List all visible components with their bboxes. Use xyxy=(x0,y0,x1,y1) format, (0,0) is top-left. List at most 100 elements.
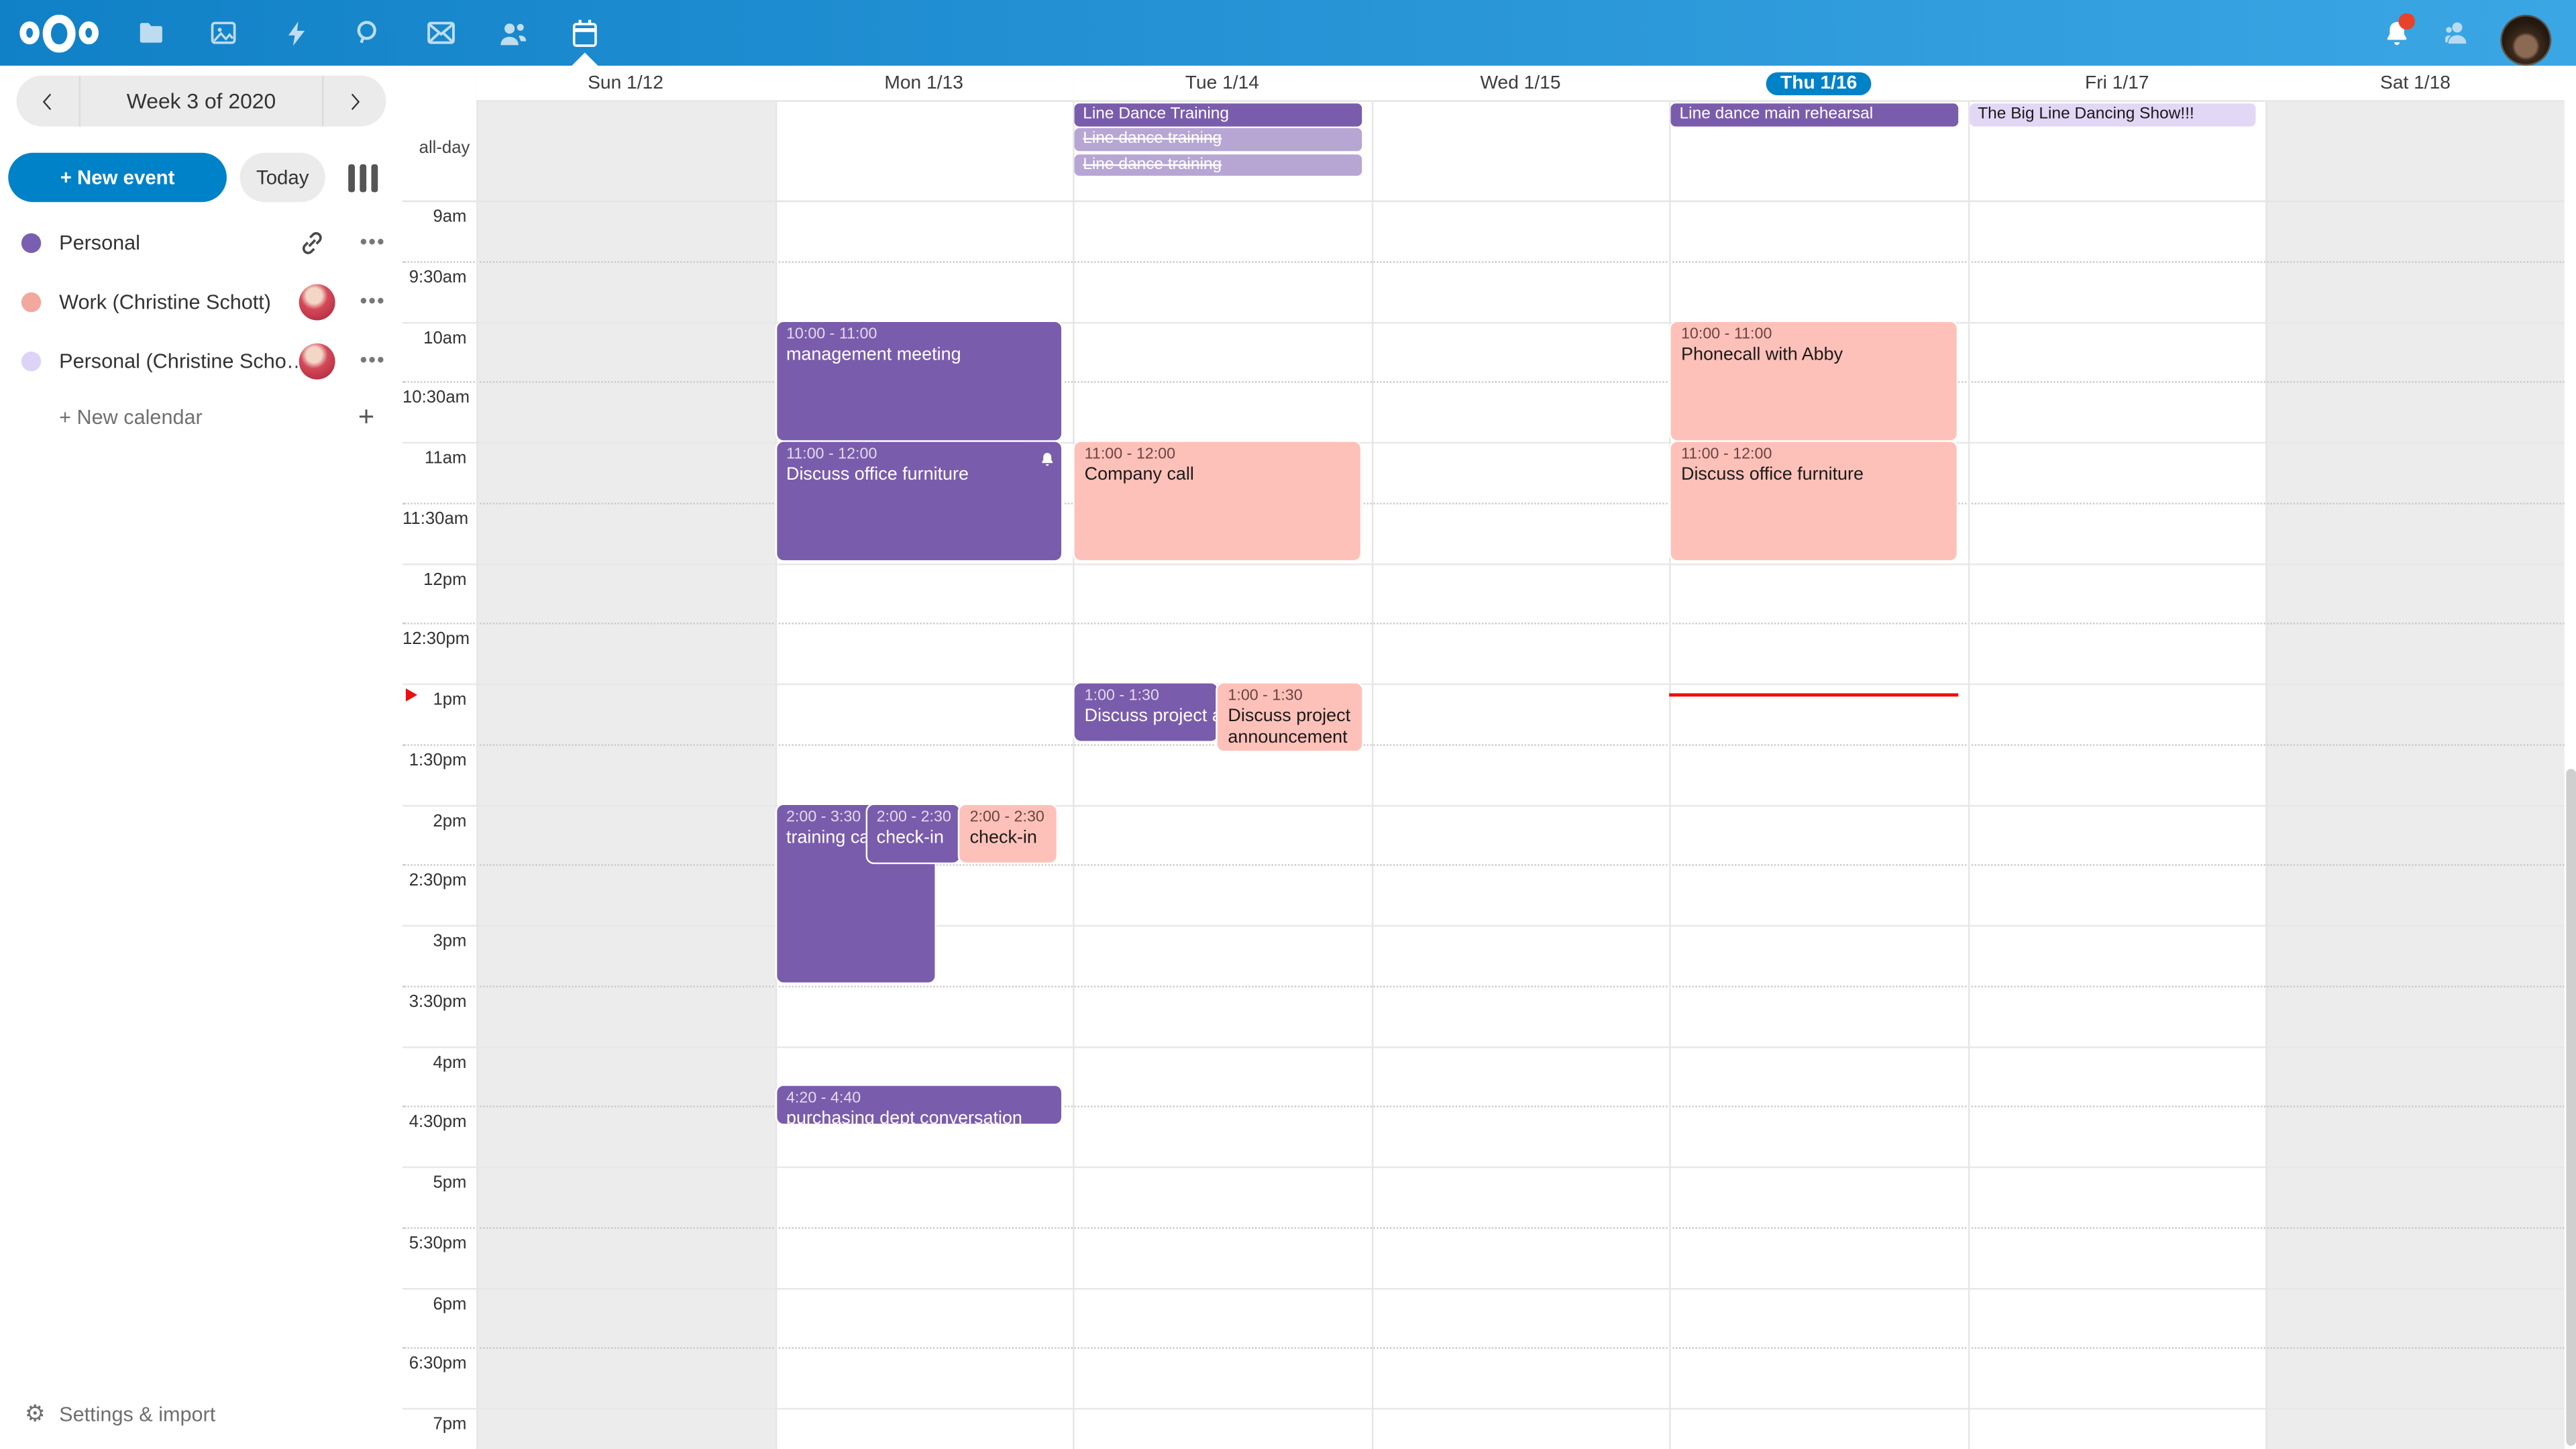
event-time: 11:00 - 12:00 xyxy=(1681,445,1947,465)
grid-hour-line xyxy=(402,1046,2565,1047)
event-title: check-in xyxy=(877,827,951,849)
event-block[interactable]: 11:00 - 12:00Discuss office furniture xyxy=(776,442,1061,560)
allday-row-border xyxy=(402,201,2565,202)
event-title: Discuss office furniture xyxy=(786,465,1052,486)
event-title: Company call xyxy=(1085,465,1350,486)
previous-week-button[interactable] xyxy=(16,76,80,127)
photos-icon[interactable] xyxy=(187,0,260,66)
nextcloud-calendar-app: Week 3 of 2020 + New event Today Persona… xyxy=(0,0,2576,1449)
contacts-icon[interactable] xyxy=(476,0,549,66)
event-time: 1:00 - 1:30 xyxy=(1085,687,1208,706)
event-block[interactable]: 2:00 - 2:30check-in xyxy=(867,804,960,862)
share-link-icon[interactable] xyxy=(297,228,327,258)
day-header[interactable]: Thu 1/16 xyxy=(1670,66,1968,102)
next-week-button[interactable] xyxy=(322,76,386,127)
day-header[interactable]: Fri 1/17 xyxy=(1968,66,2266,102)
calendar-name: Work (Christine Schott) xyxy=(59,290,297,313)
calendar-color-dot xyxy=(21,233,41,253)
time-axis-label: 6pm xyxy=(402,1294,467,1313)
calendar-list-item[interactable]: Work (Christine Schott) ••• xyxy=(0,273,402,332)
event-time: 10:00 - 11:00 xyxy=(1681,325,1947,344)
settings-import-label: Settings & import xyxy=(59,1403,215,1426)
grid-hour-line xyxy=(402,623,2565,625)
time-axis-label: 12:30pm xyxy=(402,630,467,649)
event-block[interactable]: 1:00 - 1:30Discuss project announcement xyxy=(1075,684,1218,741)
column-separator xyxy=(1968,66,1969,1449)
calendar-list-item[interactable]: Personal (Christine Scho…)••• xyxy=(0,332,402,391)
day-header[interactable]: Wed 1/15 xyxy=(1371,66,1670,102)
event-block[interactable]: 2:00 - 2:30check-in xyxy=(960,804,1056,862)
calendar-color-dot xyxy=(21,292,41,312)
allday-event[interactable]: The Big Line Dancing Show!!! xyxy=(1970,103,2257,125)
day-header[interactable]: Tue 1/14 xyxy=(1073,66,1372,102)
now-line xyxy=(1670,694,1958,697)
time-axis-label: 9am xyxy=(402,207,467,227)
plus-icon: + xyxy=(358,401,374,434)
event-block[interactable]: 11:00 - 12:00Discuss office furniture xyxy=(1671,442,1956,560)
grid-hour-line xyxy=(402,502,2565,504)
scrollbar-thumb[interactable] xyxy=(2565,769,2575,1446)
grid-hour-line xyxy=(402,804,2565,806)
contacts-menu-icon[interactable] xyxy=(2431,0,2480,66)
allday-row-label: all-day xyxy=(402,138,470,158)
new-event-button[interactable]: + New event xyxy=(8,153,227,202)
calendar-actions-menu-icon[interactable]: ••• xyxy=(355,230,391,253)
grid-hour-line xyxy=(402,1227,2565,1228)
week-label[interactable]: Week 3 of 2020 xyxy=(80,89,322,113)
column-separator xyxy=(1073,66,1075,1449)
activity-icon[interactable] xyxy=(260,0,332,66)
day-header[interactable]: Mon 1/13 xyxy=(775,66,1073,102)
column-separator xyxy=(476,66,478,1449)
event-title: management meeting xyxy=(786,344,1052,366)
time-axis-label: 2:30pm xyxy=(402,871,467,891)
mail-icon[interactable] xyxy=(404,0,476,66)
grid-hour-line xyxy=(402,985,2565,987)
view-toggle-icon[interactable] xyxy=(348,164,378,193)
allday-event[interactable]: Line dance training xyxy=(1075,154,1362,176)
calendar-actions-menu-icon[interactable]: ••• xyxy=(355,289,391,312)
event-time: 10:00 - 11:00 xyxy=(786,325,1052,344)
grid-hour-line xyxy=(402,744,2565,745)
allday-event[interactable]: Line Dance Training xyxy=(1075,103,1362,125)
column-separator xyxy=(2266,66,2267,1449)
event-time: 11:00 - 12:00 xyxy=(786,445,1052,465)
allday-event[interactable]: Line dance main rehearsal xyxy=(1671,103,1958,125)
avatar-image xyxy=(2500,14,2551,65)
scrollbar-track[interactable] xyxy=(2565,66,2576,1449)
user-avatar[interactable] xyxy=(2499,7,2551,72)
settings-import-button[interactable]: ⚙ Settings & import xyxy=(0,1397,402,1436)
today-header-pill: Thu 1/16 xyxy=(1766,72,1872,95)
notifications-bell-icon[interactable] xyxy=(2372,0,2421,66)
gear-icon: ⚙ xyxy=(25,1400,46,1428)
grid-hour-line xyxy=(402,442,2565,443)
calendar-list-item[interactable]: Personal ••• xyxy=(0,213,402,272)
day-header[interactable]: Sat 1/18 xyxy=(2266,66,2565,102)
time-axis-label: 1:30pm xyxy=(402,751,467,770)
event-title: check-in xyxy=(970,827,1046,849)
nextcloud-logo[interactable] xyxy=(19,15,99,51)
event-time: 2:00 - 2:30 xyxy=(877,808,951,827)
search-icon[interactable] xyxy=(332,0,405,66)
time-axis-label: 3:30pm xyxy=(402,992,467,1012)
today-button[interactable]: Today xyxy=(240,153,325,202)
event-block[interactable]: 11:00 - 12:00Company call xyxy=(1075,442,1360,560)
event-block[interactable]: 4:20 - 4:40purchasing dept conversation xyxy=(776,1086,1061,1124)
grid-hour-line xyxy=(402,684,2565,685)
grid-hour-line xyxy=(402,321,2565,323)
calendar-actions-menu-icon[interactable]: ••• xyxy=(355,348,391,371)
calendar-name: Personal xyxy=(59,231,297,254)
event-title: Phonecall with Abby xyxy=(1681,344,1947,366)
column-separator xyxy=(1371,66,1373,1449)
event-block[interactable]: 10:00 - 11:00Phonecall with Abby xyxy=(1671,321,1956,439)
column-separator xyxy=(775,66,776,1449)
event-block[interactable]: 10:00 - 11:00management meeting xyxy=(776,321,1061,439)
allday-event[interactable]: Line dance training xyxy=(1075,129,1362,151)
time-axis-label: 11am xyxy=(402,449,467,468)
notification-badge xyxy=(2399,13,2415,30)
day-header[interactable]: Sun 1/12 xyxy=(476,66,775,102)
new-calendar-button[interactable]: + New calendar+ xyxy=(0,391,402,447)
event-block[interactable]: 1:00 - 1:30Discuss project announcement xyxy=(1218,684,1362,751)
logo-ring-center xyxy=(43,14,74,52)
shared-by-avatar xyxy=(299,284,335,321)
files-icon[interactable] xyxy=(115,0,187,66)
